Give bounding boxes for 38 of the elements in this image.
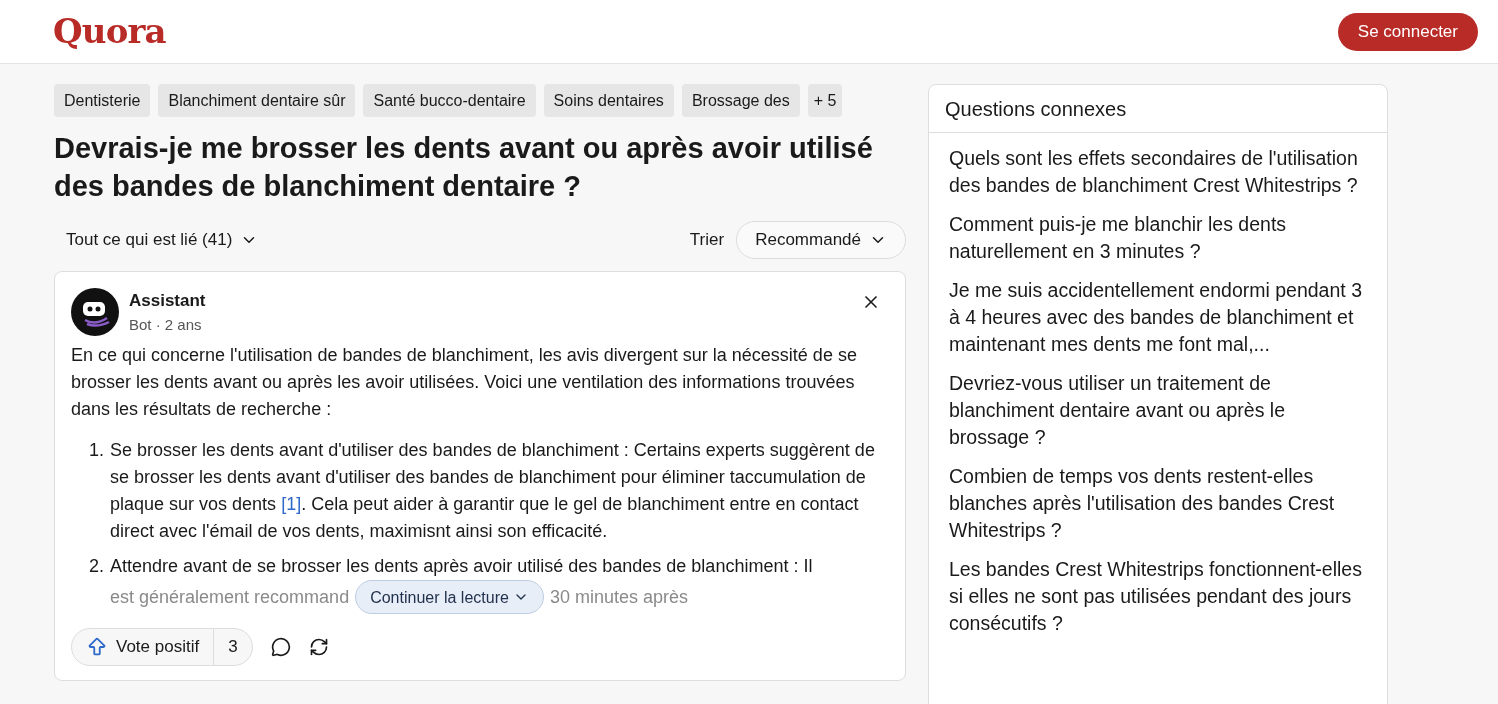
upvote-count: 3 xyxy=(227,636,239,659)
list-item-text: Se brosser les dents avant d'utiliser des bandes de blanchiment : Certains experts suggèrent de se brosser les dents avant d'utiliser des bandes de blanchiment pour éliminer taccumulation de plaque sur vos dents [1]. Cela peut aider à garantir que le gel de blanchiment entre en contact direct avec l'émail de vos dents, maximisnt ainsi son efficacité. xyxy=(110,439,876,543)
author-name[interactable]: Assistant xyxy=(129,288,206,314)
robot-avatar-icon xyxy=(71,288,119,336)
continue-reading-button[interactable]: Continuer la lecture xyxy=(355,580,544,614)
related-question-link[interactable]: Combien de temps vos dents restent-elles blanches après l'utilisation des bandes Crest Whitestrips ? xyxy=(949,463,1367,544)
related-question-link[interactable]: Devriez-vous utiliser un traitement de blanchiment dentaire avant ou après le brossage ? xyxy=(949,370,1367,451)
login-button[interactable]: Se connecter xyxy=(1337,12,1478,51)
up-arrow-icon xyxy=(86,636,108,658)
share-button[interactable] xyxy=(308,637,329,657)
list-number: 1. xyxy=(89,439,104,462)
question-title: Devrais-je me brosser les dents avant ou après avoir utilisé des bandes de blanchiment dentaire ? xyxy=(54,131,874,204)
answer-paragraph: En ce qui concerne l'utilisation de bandes de blanchiment, les avis divergent sur la nécessité de se brosser les dents avant ou après les avoir utilisées. Voici une ventilation des informations trouvées dans les résultats de recherche : xyxy=(71,344,858,421)
related-question-link[interactable]: Je me suis accidentellement endormi pendant 3 à 4 heures avec des bandes de blanchiment et maintenant mes dents me font mal,... xyxy=(949,277,1367,358)
upvote-button[interactable]: Vote positif xyxy=(72,629,215,665)
logo[interactable]: Quora xyxy=(53,6,166,57)
comment-button[interactable] xyxy=(270,637,291,657)
related-question-link[interactable]: Les bandes Crest Whitestrips fonctionnent-elles si elles ne sont pas utilisées pendant des jours consécutifs ? xyxy=(949,556,1367,637)
list-item-text: Attendre avant de se brosser les dents après avoir utilisé des bandes de blanchiment : Il xyxy=(110,555,813,578)
topic-tag[interactable]: Brossage des xyxy=(681,84,800,117)
filter-dropdown[interactable]: Tout ce qui est lié (41) xyxy=(66,227,259,253)
related-question-link[interactable]: Comment puis-je me blanchir les dents naturellement en 3 minutes ? xyxy=(949,211,1367,265)
topic-tag[interactable]: Santé bucco-dentaire xyxy=(363,84,536,117)
topic-tag[interactable]: Blanchiment dentaire sûr xyxy=(158,84,356,117)
faded-text: est généralement recommand xyxy=(110,585,350,609)
post-meta: Bot · 2 ans xyxy=(129,314,203,335)
speech-bubble-icon xyxy=(270,637,291,657)
circular-arrows-icon xyxy=(308,637,329,657)
topic-tag[interactable]: Dentisterie xyxy=(54,84,151,117)
list-number: 2. xyxy=(89,555,104,578)
panel-title: Questions connexes xyxy=(929,85,1387,133)
faded-text: 30 minutes après xyxy=(549,585,688,609)
more-topics-tag[interactable]: + 5 xyxy=(807,84,843,117)
citation-link[interactable]: [1] xyxy=(281,494,302,514)
sort-label: Trier xyxy=(689,229,725,252)
related-question-link[interactable]: Quels sont les effets secondaires de l'utilisation des bandes de blanchiment Crest Whitestrips ? xyxy=(949,145,1367,199)
sort-dropdown[interactable]: Recommandé xyxy=(736,221,906,259)
topic-tag[interactable]: Soins dentaires xyxy=(543,84,674,117)
